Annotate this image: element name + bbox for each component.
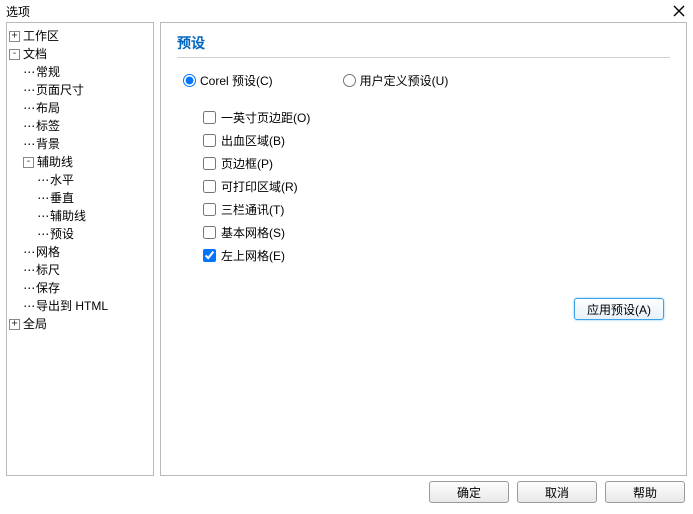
ok-button[interactable]: 确定 <box>429 481 509 503</box>
close-icon <box>673 5 685 17</box>
panel-title: 预设 <box>177 33 670 53</box>
tree-item-general[interactable]: 常规 <box>36 63 60 81</box>
check-bleed[interactable] <box>203 134 216 147</box>
check-one-inch[interactable] <box>203 111 216 124</box>
check-upper-left-grid-label: 左上网格(E) <box>221 247 285 264</box>
titlebar: 选项 <box>0 0 693 22</box>
divider <box>177 57 670 58</box>
check-printable[interactable] <box>203 180 216 193</box>
tree-connector: ⋯ <box>23 297 36 315</box>
radio-user-input[interactable] <box>343 74 356 87</box>
collapse-icon[interactable]: - <box>23 157 34 168</box>
tree-item-page-size[interactable]: 页面尺寸 <box>36 81 84 99</box>
tree-item-horizontal[interactable]: 水平 <box>50 171 74 189</box>
check-basic-grid[interactable] <box>203 226 216 239</box>
tree-connector: ⋯ <box>23 261 36 279</box>
tree-connector: ⋯ <box>23 63 36 81</box>
tree-connector: ⋯ <box>23 279 36 297</box>
tree-connector: ⋯ <box>37 225 50 243</box>
tree-item-global[interactable]: 全局 <box>23 315 47 333</box>
check-upper-left-grid[interactable] <box>203 249 216 262</box>
radio-corel-input[interactable] <box>183 74 196 87</box>
tree-connector: ⋯ <box>23 99 36 117</box>
expand-icon[interactable]: + <box>9 31 20 42</box>
check-page-border-label: 页边框(P) <box>221 155 273 172</box>
content-panel: 预设 Corel 预设(C) 用户定义预设(U) 一英寸页边距(O) 出血区域(… <box>160 22 687 476</box>
tree-connector: ⋯ <box>37 171 50 189</box>
preset-source-group: Corel 预设(C) 用户定义预设(U) <box>177 72 670 89</box>
check-bleed-label: 出血区域(B) <box>221 132 285 149</box>
dialog-footer: 确定 取消 帮助 <box>0 476 693 508</box>
tree-item-guides[interactable]: 辅助线 <box>50 207 86 225</box>
sidebar-tree: + 工作区 - 文档 ⋯常规 ⋯页面尺寸 ⋯布局 ⋯标签 ⋯背景 <box>6 22 154 476</box>
tree-connector: ⋯ <box>23 81 36 99</box>
collapse-icon[interactable]: - <box>9 49 20 60</box>
check-basic-grid-label: 基本网格(S) <box>221 224 285 241</box>
tree-item-vertical[interactable]: 垂直 <box>50 189 74 207</box>
expand-icon[interactable]: + <box>9 319 20 330</box>
tree-item-save[interactable]: 保存 <box>36 279 60 297</box>
tree-item-grid[interactable]: 网格 <box>36 243 60 261</box>
check-printable-label: 可打印区域(R) <box>221 178 298 195</box>
tree-item-background[interactable]: 背景 <box>36 135 60 153</box>
tree-connector: ⋯ <box>23 135 36 153</box>
tree-item-ruler[interactable]: 标尺 <box>36 261 60 279</box>
tree-item-export-html[interactable]: 导出到 HTML <box>36 297 108 315</box>
check-page-border[interactable] <box>203 157 216 170</box>
tree-item-workspace[interactable]: 工作区 <box>23 27 59 45</box>
check-one-inch-label: 一英寸页边距(O) <box>221 109 310 126</box>
apply-preset-button[interactable]: 应用预设(A) <box>574 298 664 320</box>
tree-item-presets[interactable]: 预设 <box>50 225 74 243</box>
tree-item-guidelines[interactable]: 辅助线 <box>37 153 73 171</box>
help-button[interactable]: 帮助 <box>605 481 685 503</box>
radio-user-label: 用户定义预设(U) <box>360 72 449 89</box>
tree-connector: ⋯ <box>23 117 36 135</box>
close-button[interactable] <box>671 3 687 19</box>
tree-connector: ⋯ <box>37 207 50 225</box>
tree-item-layout[interactable]: 布局 <box>36 99 60 117</box>
radio-user-preset[interactable]: 用户定义预设(U) <box>343 72 449 89</box>
window-title: 选项 <box>6 3 671 20</box>
tree-item-document[interactable]: 文档 <box>23 45 47 63</box>
check-three-col[interactable] <box>203 203 216 216</box>
preset-checklist: 一英寸页边距(O) 出血区域(B) 页边框(P) 可打印区域(R) 三栏通讯(T… <box>177 109 670 264</box>
tree-connector: ⋯ <box>23 243 36 261</box>
tree-connector: ⋯ <box>37 189 50 207</box>
check-three-col-label: 三栏通讯(T) <box>221 201 284 218</box>
tree-item-labels[interactable]: 标签 <box>36 117 60 135</box>
radio-corel-preset[interactable]: Corel 预设(C) <box>183 72 273 89</box>
radio-corel-label: Corel 预设(C) <box>200 72 273 89</box>
cancel-button[interactable]: 取消 <box>517 481 597 503</box>
